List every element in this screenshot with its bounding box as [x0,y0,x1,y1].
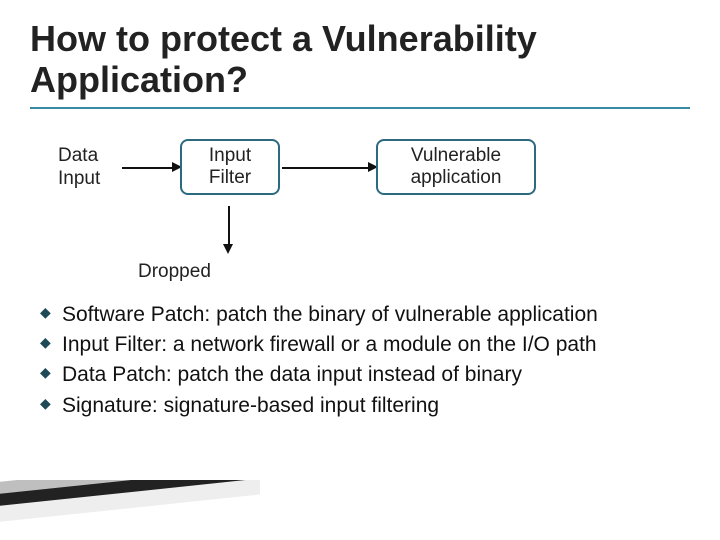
box-input-filter: Input Filter [180,139,280,195]
list-item: Data Patch: patch the data input instead… [40,361,690,389]
diagram: Data Input Input Filter Vulnerable appli… [30,137,690,207]
bullet-list: Software Patch: patch the binary of vuln… [30,301,690,420]
slide: How to protect a Vulnerability Applicati… [0,0,720,540]
list-item: Software Patch: patch the binary of vuln… [40,301,690,329]
page-title: How to protect a Vulnerability Applicati… [30,18,690,109]
arrow-drop-line [228,206,230,246]
list-item: Signature: signature-based input filteri… [40,392,690,420]
dropped-label: Dropped [138,261,690,283]
data-input-label: Data Input [58,145,100,191]
slide-decoration [0,480,260,530]
arrow-filter-to-vuln [282,167,370,169]
box-vulnerable-app: Vulnerable application [376,139,536,195]
arrow-head-drop [223,244,233,254]
arrow-data-to-filter [122,167,174,169]
list-item: Input Filter: a network firewall or a mo… [40,331,690,359]
